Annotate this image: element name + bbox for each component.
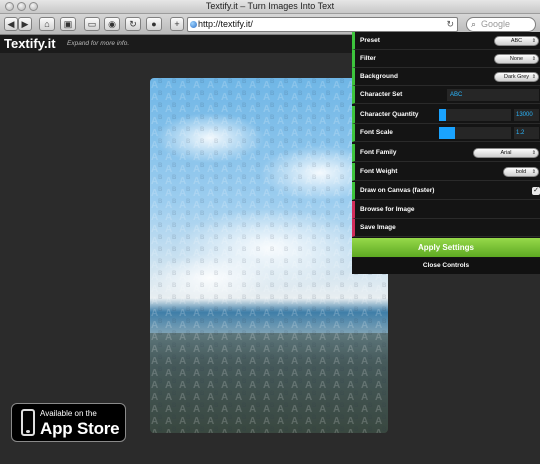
select-arrows-icon: ⇕: [531, 169, 536, 175]
refresh-icon[interactable]: ↻: [446, 18, 454, 31]
character-quantity-slider[interactable]: [439, 109, 511, 121]
forward-icon: ▶: [21, 19, 29, 29]
preset-value: ABC: [510, 38, 523, 44]
app-store-line2: App Store: [40, 419, 120, 438]
select-arrows-icon: ⇕: [531, 38, 536, 44]
filter-label: Filter: [360, 55, 376, 62]
back-button[interactable]: ◀: [4, 17, 18, 31]
select-arrows-icon: ⇕: [531, 150, 536, 156]
preset-select[interactable]: ABC ⇕: [494, 36, 539, 46]
font-weight-row: Font Weight bold ⇕: [352, 163, 540, 181]
character-set-row: Character Set ABC: [352, 86, 540, 104]
address-url: http://textify.it/: [198, 19, 253, 29]
plus-icon: +: [174, 19, 180, 29]
draw-on-canvas-label: Draw on Canvas (faster): [360, 187, 435, 194]
close-controls-button[interactable]: Close Controls: [352, 258, 540, 274]
background-value: Dark Grey: [503, 74, 530, 80]
preset-label: Preset: [360, 37, 380, 44]
reload-button[interactable]: ↻: [125, 17, 141, 31]
search-placeholder: Google: [481, 19, 511, 29]
stop-icon: ●: [151, 19, 157, 29]
bookmark-button[interactable]: ◉: [104, 17, 120, 31]
font-scale-value[interactable]: 1.2: [514, 127, 539, 139]
font-weight-select[interactable]: bold ⇕: [503, 167, 539, 177]
reload-icon: ↻: [129, 19, 137, 29]
app-store-badge[interactable]: Available on the App Store: [11, 403, 126, 442]
font-family-row: Font Family Arial ⇕: [352, 144, 540, 162]
filter-select[interactable]: None ⇕: [494, 54, 539, 64]
search-icon: ⌕: [471, 19, 477, 29]
font-scale-slider-fill: [439, 127, 455, 139]
iphone-icon: [21, 409, 35, 436]
background-select[interactable]: Dark Grey ⇕: [494, 72, 539, 82]
character-quantity-label: Character Quantity: [360, 111, 419, 118]
font-weight-value: bold: [515, 169, 527, 175]
font-weight-label: Font Weight: [360, 168, 398, 175]
browse-image-label: Browse for Image: [360, 206, 415, 213]
screen-button[interactable]: ▭: [84, 17, 100, 31]
font-scale-slider[interactable]: [439, 127, 511, 139]
history-button[interactable]: ▣: [60, 17, 76, 31]
window-titlebar: Textify.it – Turn Images Into Text: [0, 0, 540, 14]
preset-row: Preset ABC ⇕: [352, 32, 540, 50]
filter-value: None: [509, 56, 524, 62]
font-scale-label: Font Scale: [360, 129, 393, 136]
character-quantity-row: Character Quantity 13000: [352, 106, 540, 124]
home-button[interactable]: ⌂: [39, 17, 55, 31]
app-store-line1: Available on the: [40, 409, 97, 418]
forward-button[interactable]: ▶: [18, 17, 32, 31]
search-input[interactable]: ⌕ Google: [466, 17, 536, 32]
font-family-value: Arial: [500, 150, 512, 156]
screen-icon: ▭: [87, 19, 97, 29]
apply-settings-button[interactable]: Apply Settings: [352, 238, 540, 257]
back-icon: ◀: [7, 19, 15, 29]
bookmark-icon: ◉: [108, 19, 116, 29]
background-label: Background: [360, 73, 398, 80]
controls-panel: Preset ABC ⇕ Filter None ⇕ Background Da…: [352, 32, 540, 274]
select-arrows-icon: ⇕: [531, 56, 536, 62]
filter-row: Filter None ⇕: [352, 50, 540, 68]
character-set-label: Character Set: [360, 91, 403, 98]
character-quantity-value[interactable]: 13000: [514, 109, 539, 121]
window-title: Textify.it – Turn Images Into Text: [205, 1, 335, 11]
history-icon: ▣: [63, 19, 73, 29]
globe-icon: [190, 21, 197, 28]
stop-button[interactable]: ●: [146, 17, 162, 31]
browse-image-row[interactable]: Browse for Image: [352, 201, 540, 219]
save-image-label: Save Image: [360, 224, 396, 231]
character-set-input[interactable]: ABC: [447, 89, 539, 101]
font-scale-row: Font Scale 1.2: [352, 124, 540, 142]
character-quantity-slider-fill: [439, 109, 447, 121]
site-logo[interactable]: Textify.it: [4, 35, 56, 53]
background-row: Background Dark Grey ⇕: [352, 68, 540, 86]
select-arrows-icon: ⇕: [531, 74, 536, 80]
save-image-row[interactable]: Save Image: [352, 219, 540, 237]
expand-hint[interactable]: Expand for more info.: [67, 35, 129, 53]
font-family-label: Font Family: [360, 149, 397, 156]
draw-on-canvas-checkbox[interactable]: ✓: [532, 187, 540, 195]
add-bookmark-button[interactable]: +: [170, 17, 184, 31]
font-family-select[interactable]: Arial ⇕: [473, 148, 539, 158]
address-bar[interactable]: http://textify.it/ ↻: [187, 17, 458, 32]
draw-on-canvas-row: Draw on Canvas (faster) ✓: [352, 182, 540, 200]
home-icon: ⌂: [44, 19, 50, 29]
